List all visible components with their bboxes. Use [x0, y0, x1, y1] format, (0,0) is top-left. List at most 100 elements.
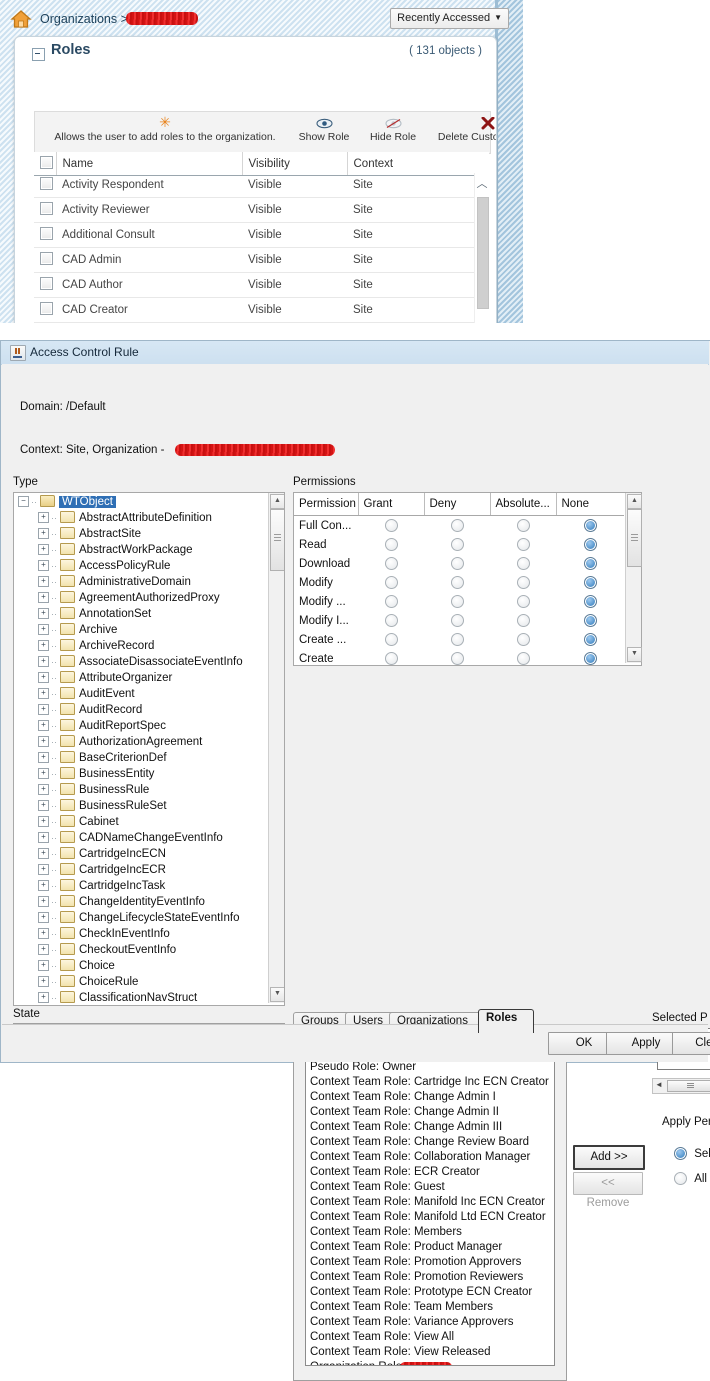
expand-icon[interactable]: + — [38, 816, 49, 827]
row-checkbox-cell[interactable] — [34, 223, 56, 248]
radio-icon[interactable] — [385, 614, 398, 627]
radio-icon[interactable] — [451, 519, 464, 532]
tree-item[interactable]: +··AuditEvent — [14, 686, 267, 702]
roles-table-scrollbar[interactable]: ︿ — [474, 173, 489, 323]
permissions-scrollbar[interactable]: ▲ ▼ — [625, 493, 641, 663]
tree-item[interactable]: +··BusinessRule — [14, 782, 267, 798]
expand-icon[interactable]: + — [38, 608, 49, 619]
collapse-icon[interactable]: − — [18, 496, 29, 507]
row-checkbox[interactable] — [40, 277, 53, 290]
tree-item[interactable]: +··AnnotationSet — [14, 606, 267, 622]
table-row[interactable]: Activity ReviewerVisibleSite — [34, 198, 475, 223]
column-header-context[interactable]: Context — [347, 152, 489, 176]
list-item[interactable]: Context Team Role: Prototype ECN Creator — [306, 1285, 554, 1300]
radio-icon[interactable] — [584, 538, 597, 551]
table-row[interactable]: CAD AdminVisibleSite — [34, 248, 475, 273]
expand-icon[interactable]: + — [38, 784, 49, 795]
perm-radio-none[interactable] — [556, 592, 624, 611]
perm-radio-none[interactable] — [556, 649, 624, 668]
list-item[interactable]: Context Team Role: Promotion Reviewers — [306, 1270, 554, 1285]
radio-icon[interactable] — [385, 519, 398, 532]
scroll-up-icon[interactable]: ▲ — [627, 494, 642, 509]
perm-radio-none[interactable] — [556, 630, 624, 649]
perm-col-none[interactable]: None — [556, 493, 624, 516]
tree-item[interactable]: +··AbstractAttributeDefinition — [14, 510, 267, 526]
tree-item[interactable]: +··AgreementAuthorizedProxy — [14, 590, 267, 606]
expand-icon[interactable]: + — [38, 656, 49, 667]
expand-icon[interactable]: + — [38, 512, 49, 523]
tree-item[interactable]: +··AttributeOrganizer — [14, 670, 267, 686]
row-checkbox-cell[interactable] — [34, 248, 56, 273]
tree-item[interactable]: +··CADNameChangeEventInfo — [14, 830, 267, 846]
perm-radio-none[interactable] — [556, 554, 624, 573]
row-checkbox[interactable] — [40, 177, 53, 190]
radio-icon[interactable] — [517, 576, 530, 589]
perm-radio-none[interactable] — [556, 573, 624, 592]
table-row[interactable]: Additional ConsultVisibleSite — [34, 223, 475, 248]
scroll-up-icon[interactable]: ︿ — [476, 175, 488, 191]
tree-item[interactable]: +··CartridgeIncECN — [14, 846, 267, 862]
row-checkbox-cell[interactable] — [34, 323, 56, 324]
radio-icon[interactable] — [451, 576, 464, 589]
breadcrumb-organizations-link[interactable]: Organizations > — [40, 12, 128, 26]
radio-icon[interactable] — [385, 538, 398, 551]
expand-icon[interactable]: + — [38, 560, 49, 571]
perm-radio-grant[interactable] — [358, 516, 424, 536]
perm-radio-absolute[interactable] — [490, 630, 556, 649]
tree-item[interactable]: +··ArchiveRecord — [14, 638, 267, 654]
expand-icon[interactable]: + — [38, 800, 49, 811]
radio-icon[interactable] — [584, 519, 597, 532]
radio-unselected-icon[interactable] — [674, 1172, 687, 1185]
radio-icon[interactable] — [451, 633, 464, 646]
perm-radio-deny[interactable] — [424, 630, 490, 649]
row-checkbox[interactable] — [40, 302, 53, 315]
expand-icon[interactable]: + — [38, 864, 49, 875]
radio-icon[interactable] — [451, 652, 464, 665]
list-item[interactable]: Context Team Role: Guest — [306, 1180, 554, 1195]
expand-icon[interactable]: + — [38, 976, 49, 987]
radio-icon[interactable] — [385, 633, 398, 646]
toolbar-hide-role[interactable]: Hide Role — [358, 114, 428, 144]
row-checkbox-cell[interactable] — [34, 273, 56, 298]
perm-radio-deny[interactable] — [424, 573, 490, 592]
perm-radio-grant[interactable] — [358, 630, 424, 649]
apply-option-selected[interactable]: Selec — [674, 1147, 710, 1160]
tree-item[interactable]: +··AbstractSite — [14, 526, 267, 542]
radio-icon[interactable] — [517, 538, 530, 551]
scroll-thumb[interactable] — [270, 509, 285, 571]
tree-item[interactable]: +··AuditReportSpec — [14, 718, 267, 734]
tree-root-item[interactable]: −··WTObject — [14, 494, 267, 510]
tree-item[interactable]: +··AuditRecord — [14, 702, 267, 718]
expand-icon[interactable]: + — [38, 752, 49, 763]
select-all-checkbox[interactable] — [40, 156, 53, 169]
expand-icon[interactable]: + — [38, 944, 49, 955]
radio-icon[interactable] — [451, 595, 464, 608]
radio-icon[interactable] — [584, 557, 597, 570]
toolbar-delete-custom-roles[interactable]: Delete Custom Roles — [420, 114, 497, 144]
scroll-thumb[interactable] — [477, 197, 489, 309]
expand-icon[interactable]: + — [38, 672, 49, 683]
perm-col-absolute[interactable]: Absolute... — [490, 493, 556, 516]
tree-item[interactable]: +··ClassificationNavStruct — [14, 990, 267, 1006]
list-item[interactable]: Context Team Role: ECR Creator — [306, 1165, 554, 1180]
row-checkbox[interactable] — [40, 202, 53, 215]
perm-radio-none[interactable] — [556, 516, 624, 536]
tree-item[interactable]: +··AuthorizationAgreement — [14, 734, 267, 750]
row-checkbox-cell[interactable] — [34, 198, 56, 223]
radio-icon[interactable] — [385, 557, 398, 570]
list-item[interactable]: Context Team Role: Team Members — [306, 1300, 554, 1315]
list-item[interactable]: Context Team Role: Manifold Ltd ECN Crea… — [306, 1210, 554, 1225]
selected-principals-hscrollbar[interactable]: ◄ — [652, 1078, 710, 1094]
perm-radio-grant[interactable] — [358, 649, 424, 668]
perm-radio-grant[interactable] — [358, 535, 424, 554]
tree-item[interactable]: +··CheckInEventInfo — [14, 926, 267, 942]
perm-col-permission[interactable]: Permission — [294, 493, 358, 516]
row-checkbox-cell[interactable] — [34, 173, 56, 198]
radio-selected-icon[interactable] — [674, 1147, 687, 1160]
perm-radio-deny[interactable] — [424, 535, 490, 554]
row-checkbox[interactable] — [40, 227, 53, 240]
radio-icon[interactable] — [451, 538, 464, 551]
scroll-down-icon[interactable]: ▼ — [270, 987, 285, 1002]
recently-accessed-dropdown[interactable]: Recently Accessed▼ — [390, 8, 509, 29]
perm-radio-deny[interactable] — [424, 611, 490, 630]
